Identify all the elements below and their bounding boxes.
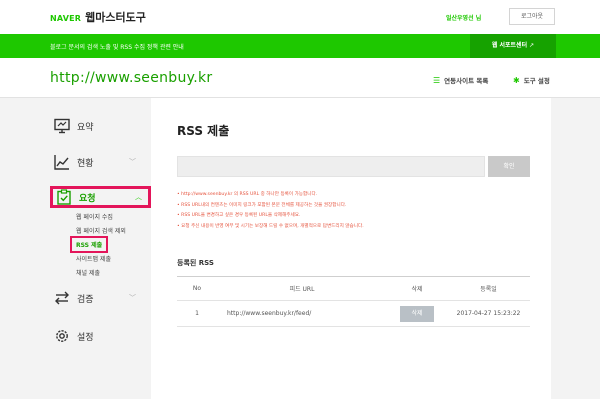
- swap-arrows-icon: [55, 291, 69, 305]
- column-header-no: No: [177, 276, 217, 301]
- sidebar-item-label: 검증: [77, 294, 94, 305]
- table-header-row: No 피드 URL 삭제 등록일: [177, 276, 530, 301]
- chevron-down-icon: ﹀: [129, 158, 136, 166]
- linked-sites-button[interactable]: ☰ 연동사이트 목록: [433, 75, 489, 86]
- guide-note: • RSS URL을 변경하고 싶은 경우 등록된 URL을 삭제해주세요.: [177, 213, 301, 218]
- rss-url-input[interactable]: [177, 156, 485, 177]
- row-delete-cell: 삭제: [387, 300, 447, 327]
- sidebar-item-label: 요약: [77, 122, 94, 133]
- submenu-channel-submit[interactable]: 채널 제출: [76, 268, 100, 277]
- top-header: NAVER 웹마스터도구 일산우영선 님 로그아웃: [0, 0, 600, 34]
- guide-note: • RSS URL내의 컨텐츠는 이미지 링크가 포함된 본문 전체를 제공하는…: [177, 202, 347, 208]
- clipboard-check-icon: [57, 189, 71, 205]
- linked-sites-label: 연동사이트 목록: [444, 77, 489, 85]
- naver-logo: NAVER: [50, 14, 82, 23]
- right-gutter: [551, 98, 600, 399]
- submenu-web-page-exclude[interactable]: 웹 페이지 검색 제외: [76, 226, 126, 235]
- table-row: 1 http://www.seenbuy.kr/feed/ 삭제 2017-04…: [177, 300, 530, 327]
- logout-button[interactable]: 로그아웃: [509, 8, 555, 25]
- sidebar: 요약 현황 ﹀ 요청 ︿ 웹 페이지 수집 웹 페이지 검색 제외 RSS 제출…: [0, 98, 151, 399]
- row-feed-url: http://www.seenbuy.kr/feed/: [217, 300, 387, 327]
- sidebar-item-status[interactable]: 현황 ﹀: [54, 154, 136, 170]
- chevron-up-icon: ︿: [135, 193, 142, 201]
- sidebar-item-settings[interactable]: 설정: [54, 328, 94, 344]
- guide-notes: • http://www.seenbuy.kr 의 RSS URL 중 하나만 …: [177, 191, 537, 233]
- confirm-button[interactable]: 확인: [488, 156, 530, 177]
- tool-settings-label: 도구 설정: [523, 77, 550, 85]
- gear-icon: [56, 330, 68, 342]
- sidebar-item-label: 설정: [77, 332, 94, 343]
- page-title: RSS 제출: [177, 124, 230, 138]
- submenu-rss-submit[interactable]: RSS 제출: [70, 236, 109, 253]
- web-support-center-button[interactable]: 웹 서포트센터 ↗: [470, 34, 556, 58]
- submenu-sitemap-submit[interactable]: 사이트맵 제출: [76, 254, 111, 263]
- registered-rss-table: No 피드 URL 삭제 등록일 1 http://www.seenbuy.kr…: [177, 276, 530, 327]
- chevron-down-icon: ﹀: [129, 294, 136, 302]
- bug-icon: ✱: [513, 75, 520, 85]
- guide-note: • 요청 주신 내용이 반영 여부 및 시기는 보장해 드릴 수 없으며, 개별…: [177, 223, 364, 229]
- user-name[interactable]: 일산우영선 님: [446, 13, 481, 22]
- support-label: 웹 서포트센터: [491, 42, 528, 49]
- site-url: http://www.seenbuy.kr: [50, 70, 213, 86]
- tool-settings-button[interactable]: ✱ 도구 설정: [513, 75, 550, 86]
- brand-logo[interactable]: NAVER 웹마스터도구: [50, 9, 146, 25]
- sidebar-item-request[interactable]: 요청 ︿: [50, 186, 151, 208]
- list-icon: ☰: [433, 75, 441, 85]
- line-chart-icon: [54, 155, 69, 170]
- sidebar-item-verify[interactable]: 검증 ﹀: [54, 290, 136, 306]
- row-date: 2017-04-27 15:23:22: [447, 300, 530, 327]
- column-header-feed-url: 피드 URL: [217, 276, 387, 301]
- row-no: 1: [177, 300, 217, 327]
- column-header-delete: 삭제: [387, 276, 447, 301]
- sidebar-item-label: 현황: [77, 158, 94, 169]
- registered-rss-title: 등록된 RSS: [177, 259, 214, 267]
- monitor-icon: [54, 118, 70, 134]
- app-title: 웹마스터도구: [85, 11, 146, 24]
- site-bar: http://www.seenbuy.kr ☰ 연동사이트 목록 ✱ 도구 설정: [0, 58, 600, 98]
- column-header-date: 등록일: [447, 276, 530, 301]
- notice-bar: 블로그 문서의 검색 노출 및 RSS 수집 정책 관련 안내 웹 서포트센터 ↗: [0, 34, 600, 58]
- guide-note: • http://www.seenbuy.kr 의 RSS URL 중 하나만 …: [177, 192, 318, 197]
- policy-notice-link[interactable]: 블로그 문서의 검색 노출 및 RSS 수집 정책 관련 안내: [50, 42, 184, 51]
- main-content: RSS 제출 확인 • http://www.seenbuy.kr 의 RSS …: [151, 98, 551, 399]
- sidebar-item-summary[interactable]: 요약: [54, 118, 94, 134]
- sidebar-item-label: 요청: [79, 193, 96, 204]
- external-link-icon: ↗: [529, 42, 535, 49]
- submenu-web-page-collect[interactable]: 웹 페이지 수집: [76, 212, 113, 221]
- delete-button[interactable]: 삭제: [400, 305, 434, 322]
